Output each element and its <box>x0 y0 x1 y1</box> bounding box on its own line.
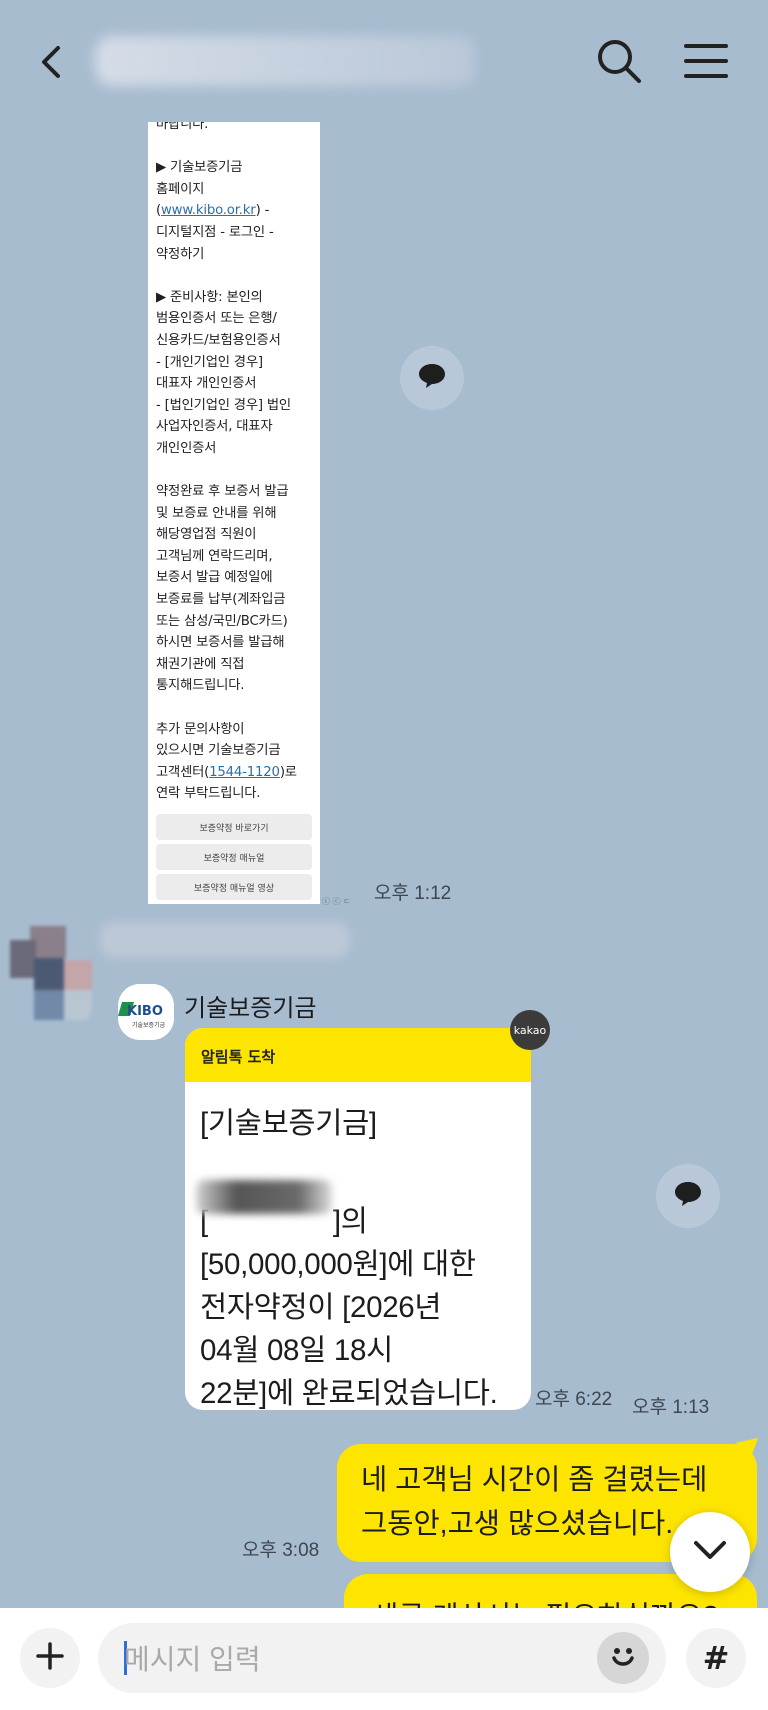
image-message[interactable]: 바랍니다. ▶ 기술보증기금 홈페이지 (www.kibo.or.kr) - 디… <box>148 122 320 904</box>
customer-center-phone-link[interactable]: 1544-1120 <box>209 765 280 780</box>
redacted-profile-image <box>4 926 92 1022</box>
message-time: 오후 6:22 <box>535 1389 613 1410</box>
emoji-icon <box>606 1639 640 1677</box>
chevron-down-icon <box>690 1538 730 1566</box>
alimtalk-recipient-suffix: ]의 <box>332 1205 368 1238</box>
redacted-sender-name <box>100 922 350 958</box>
back-icon[interactable] <box>30 38 70 86</box>
speech-bubble-icon <box>417 362 447 394</box>
share-button[interactable] <box>656 1164 720 1228</box>
hamburger-menu-icon[interactable] <box>682 40 730 82</box>
kibo-website-link[interactable]: www.kibo.or.kr <box>161 203 256 218</box>
scroll-to-bottom-button[interactable] <box>670 1512 750 1592</box>
guarantee-manual-video-button[interactable]: 보증약정 매뉴얼 영상 <box>156 874 312 900</box>
guarantee-agreement-shortcut-button[interactable]: 보증약정 바로가기 <box>156 814 312 840</box>
alimtalk-body-text: [50,000,000원]에 대한 전자약정이 [2026년 04월 08일 1… <box>200 1248 498 1410</box>
attach-button[interactable] <box>20 1628 80 1688</box>
search-icon[interactable] <box>594 36 644 86</box>
image-message-text: 바랍니다. ▶ 기술보증기금 홈페이지 (www.kibo.or.kr) - 디… <box>156 122 297 802</box>
message-time: 오후 1:13 <box>632 1397 710 1418</box>
sender-name[interactable]: 기술보증기금 <box>184 988 316 1023</box>
message-time: 오후 1:12 <box>374 883 452 904</box>
message-input-placeholder: 메시지 입력 <box>124 1644 261 1675</box>
kibo-logo-subtext: 기술보증기금 <box>132 1021 166 1029</box>
alimtalk-card[interactable]: 알림톡 도착 [기술보증기금] []의 [50,000,000원]에 대한 전자… <box>185 1028 531 1410</box>
kibo-avatar[interactable]: KIBO 기술보증기금 <box>118 984 174 1040</box>
alimtalk-header: 알림톡 도착 <box>185 1028 531 1082</box>
speech-bubble-icon <box>673 1180 703 1212</box>
plus-icon <box>35 1641 65 1675</box>
alimtalk-body: [기술보증기금] []의 [50,000,000원]에 대한 전자약정이 [20… <box>200 1107 498 1410</box>
guarantee-manual-button[interactable]: 보증약정 매뉴얼 <box>156 844 312 870</box>
kakao-badge: kakao <box>510 1010 550 1050</box>
redacted-recipient-name <box>196 1180 332 1214</box>
share-button[interactable] <box>400 346 464 410</box>
kibo-logo-text: KIBO <box>127 1004 163 1019</box>
alimtalk-title: [기술보증기금] <box>200 1107 377 1140</box>
hash-icon[interactable]: # <box>686 1628 746 1688</box>
chat-title-redacted <box>95 36 475 86</box>
image-caption-text: ⓒ ⓒ ㄷ <box>322 897 351 906</box>
emoji-button[interactable] <box>597 1632 649 1684</box>
message-time: 오후 3:08 <box>242 1540 320 1561</box>
